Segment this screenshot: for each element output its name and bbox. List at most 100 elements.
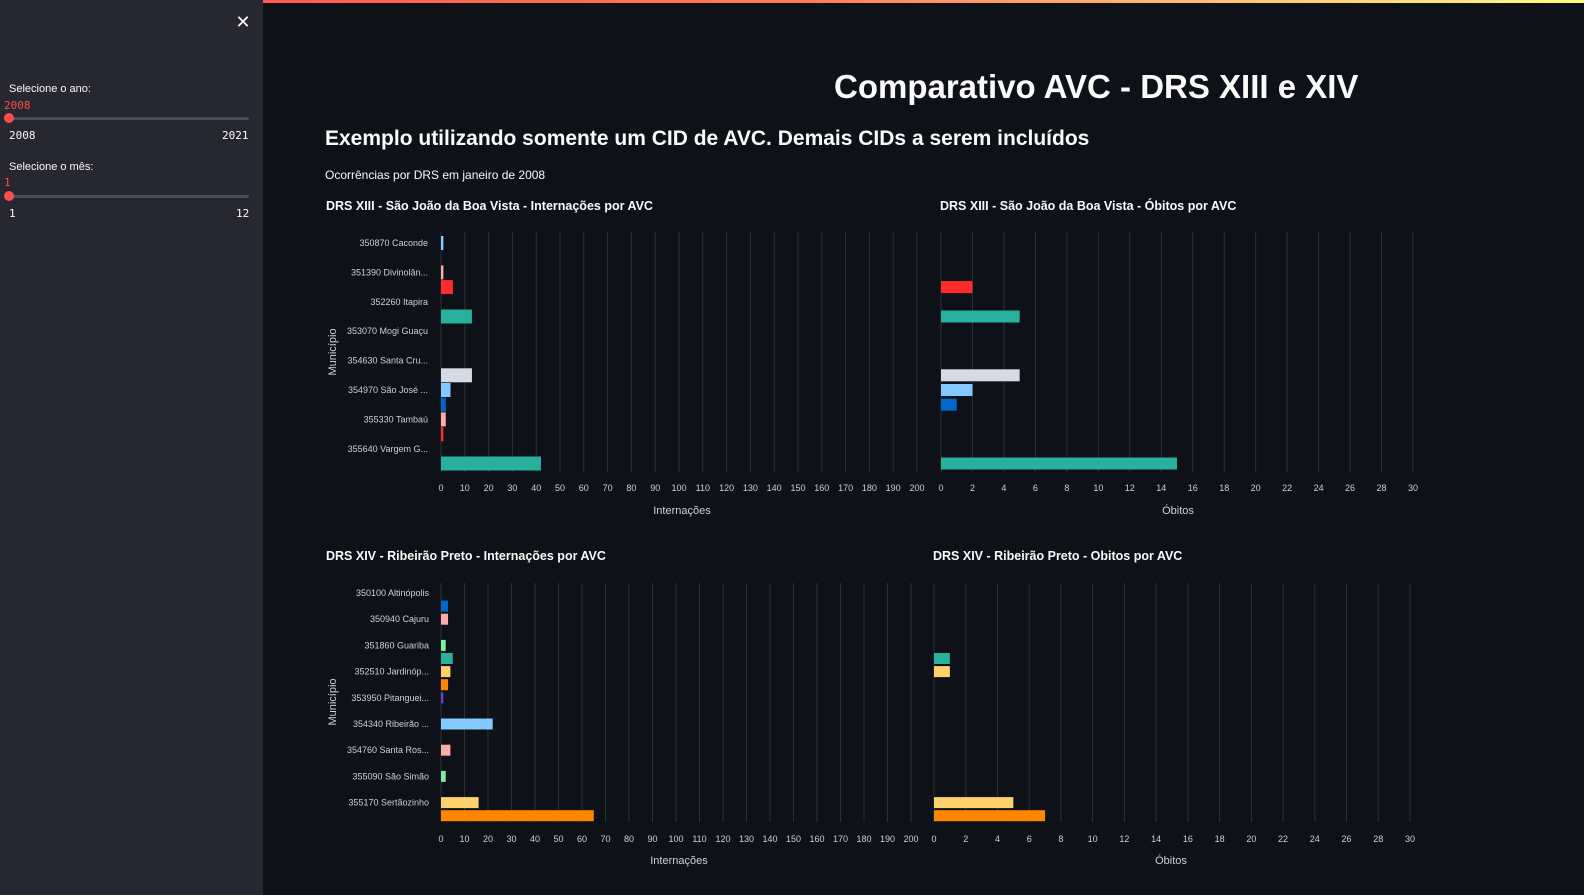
c3-chart-title: DRS XIV - Ribeirão Preto - Internações p… bbox=[326, 549, 606, 563]
c3-x-tick-label: 140 bbox=[762, 834, 777, 844]
c2-bar bbox=[941, 281, 973, 294]
c1-bar bbox=[441, 456, 541, 471]
c4-x-tick-label: 26 bbox=[1342, 834, 1352, 844]
c3-bar bbox=[441, 600, 449, 612]
c3-x-tick-label: 30 bbox=[506, 834, 516, 844]
c2-chart-title: DRS XIII - São João da Boa Vista - Óbito… bbox=[940, 198, 1236, 213]
c3-x-tick-label: 50 bbox=[553, 834, 563, 844]
charts-area: DRS XIII - São João da Boa Vista - Inter… bbox=[326, 198, 1418, 867]
c1-category-label: 351390 Divinolân... bbox=[351, 267, 428, 277]
c3-x-tick-label: 0 bbox=[438, 834, 443, 844]
c4-x-tick-label: 0 bbox=[931, 834, 936, 844]
c4-x-tick-label: 2 bbox=[963, 834, 968, 844]
c4-x-tick-label: 20 bbox=[1246, 834, 1256, 844]
c2-x-tick-label: 8 bbox=[1064, 483, 1069, 493]
c4-x-tick-label: 18 bbox=[1215, 834, 1225, 844]
c3-category-label: 353950 Pitanguei... bbox=[351, 693, 429, 703]
c2-x-tick-label: 4 bbox=[1001, 483, 1006, 493]
c4-x-tick-label: 16 bbox=[1183, 834, 1193, 844]
c1-x-tick-label: 10 bbox=[460, 483, 470, 493]
c3-bar bbox=[441, 692, 444, 704]
c4-bar bbox=[934, 666, 950, 678]
c3-category-label: 350100 Altinópolis bbox=[356, 588, 430, 598]
c2-bar bbox=[941, 384, 973, 396]
c1-chart-title: DRS XIII - São João da Boa Vista - Inter… bbox=[326, 199, 653, 213]
c4-bar bbox=[934, 653, 950, 664]
c3-x-tick-label: 80 bbox=[624, 834, 634, 844]
c1-bar bbox=[441, 412, 446, 427]
c1-y-axis-label: Município bbox=[327, 328, 339, 375]
c3-x-tick-label: 150 bbox=[786, 834, 801, 844]
c1-x-tick-label: 90 bbox=[650, 483, 660, 493]
c3-bar bbox=[441, 679, 449, 691]
c3-bar bbox=[441, 653, 453, 664]
c1-x-tick-label: 170 bbox=[838, 483, 853, 493]
c1-category-label: 353070 Mogi Guaçu bbox=[347, 326, 428, 336]
c4-x-axis-label: Óbitos bbox=[1155, 854, 1187, 867]
c1-category-label: 355640 Vargem G... bbox=[348, 444, 428, 454]
c2-bar bbox=[941, 369, 1020, 382]
c1-bar bbox=[441, 383, 451, 397]
c3-bar bbox=[441, 639, 446, 651]
c1-category-label: 350870 Caconde bbox=[359, 238, 428, 248]
c2-bar bbox=[941, 310, 1020, 323]
c1-bar bbox=[441, 236, 444, 250]
c2-x-tick-label: 24 bbox=[1314, 483, 1324, 493]
c1-x-tick-label: 50 bbox=[555, 483, 565, 493]
c3-x-tick-label: 10 bbox=[459, 834, 469, 844]
c3-bar bbox=[441, 810, 594, 822]
c3-x-tick-label: 160 bbox=[809, 834, 824, 844]
c2-x-tick-label: 18 bbox=[1219, 483, 1229, 493]
c3-x-axis-label: Internações bbox=[650, 855, 708, 867]
c3-x-tick-label: 180 bbox=[856, 834, 871, 844]
c1-bar bbox=[441, 280, 453, 295]
c1-x-tick-label: 150 bbox=[790, 483, 805, 493]
c1-x-tick-label: 80 bbox=[626, 483, 636, 493]
c4-x-tick-label: 14 bbox=[1151, 834, 1161, 844]
c3-bar bbox=[441, 744, 451, 756]
c4-chart-title: DRS XIV - Ribeirão Preto - Obitos por AV… bbox=[933, 549, 1182, 563]
c2-x-tick-label: 14 bbox=[1156, 483, 1166, 493]
c1-x-tick-label: 180 bbox=[862, 483, 877, 493]
c1-x-tick-label: 160 bbox=[814, 483, 829, 493]
c4-bar bbox=[934, 797, 1014, 809]
c1-category-label: 354970 São José ... bbox=[348, 385, 428, 395]
c3-y-axis-label: Município bbox=[327, 678, 339, 725]
c3-x-tick-label: 200 bbox=[903, 834, 918, 844]
c4-x-tick-label: 12 bbox=[1119, 834, 1129, 844]
c1-bar bbox=[441, 427, 444, 442]
c3-bar bbox=[441, 797, 479, 809]
c3-x-tick-label: 40 bbox=[530, 834, 540, 844]
c3-category-label: 354340 Ribeirão ... bbox=[353, 719, 429, 729]
c2-x-tick-label: 6 bbox=[1033, 483, 1038, 493]
c4-x-tick-label: 8 bbox=[1058, 834, 1063, 844]
c3-x-tick-label: 130 bbox=[739, 834, 754, 844]
c3-category-label: 351860 Guariba bbox=[364, 640, 429, 650]
c3-x-tick-label: 110 bbox=[692, 834, 706, 844]
c1-x-tick-label: 200 bbox=[909, 483, 924, 493]
c2-bar bbox=[941, 398, 957, 411]
c2-bar bbox=[941, 457, 1177, 470]
c2-x-tick-label: 16 bbox=[1188, 483, 1198, 493]
c4-x-tick-label: 30 bbox=[1405, 834, 1415, 844]
c4-x-tick-label: 28 bbox=[1373, 834, 1383, 844]
c1-x-tick-label: 40 bbox=[531, 483, 541, 493]
c3-category-label: 354760 Santa Ros... bbox=[347, 745, 429, 755]
c2-x-tick-label: 22 bbox=[1282, 483, 1292, 493]
c1-x-tick-label: 120 bbox=[719, 483, 734, 493]
c1-category-label: 352260 Itapira bbox=[370, 297, 428, 307]
c1-category-label: 354630 Santa Cru... bbox=[347, 356, 428, 366]
c4-bar bbox=[934, 810, 1046, 822]
c4-x-tick-label: 4 bbox=[995, 834, 1000, 844]
c2-x-tick-label: 10 bbox=[1093, 483, 1103, 493]
c3-bar bbox=[441, 770, 446, 782]
c2-x-tick-label: 12 bbox=[1125, 483, 1135, 493]
c3-category-label: 355090 São Simão bbox=[352, 771, 429, 781]
c3-x-tick-label: 60 bbox=[577, 834, 587, 844]
c3-bar bbox=[441, 666, 451, 678]
c2-x-tick-label: 20 bbox=[1251, 483, 1261, 493]
c3-x-tick-label: 100 bbox=[668, 834, 683, 844]
c2-x-tick-label: 2 bbox=[970, 483, 975, 493]
c3-category-label: 355170 Sertãozinho bbox=[348, 798, 429, 808]
c3-bar bbox=[441, 718, 493, 730]
